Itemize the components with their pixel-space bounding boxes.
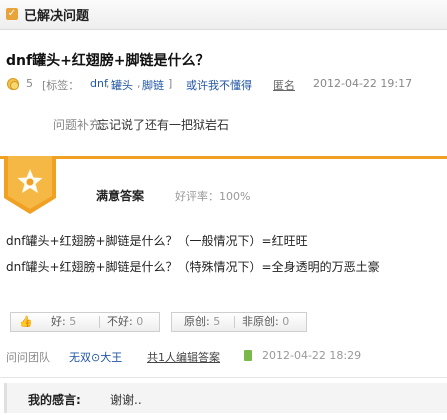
answer-divider <box>0 156 447 159</box>
non-original-button[interactable]: 非原创: 0 <box>242 313 289 331</box>
answer-line-2: dnf罐头+红翅膀+脚链是什么？（特殊情况下）=全身透明的万恶土豪 <box>6 260 380 274</box>
tag-can[interactable]: 罐头 <box>111 77 133 93</box>
bad-vote-button[interactable]: 不好: 0 <box>107 313 143 331</box>
original-button[interactable]: 原创: 5 <box>184 313 220 331</box>
good-vote-button[interactable]: 好: 5 <box>51 313 76 331</box>
thanks-text: 谢谢.. <box>110 393 142 407</box>
editors-link[interactable]: 共1人编辑答案 <box>147 349 220 365</box>
report-link[interactable]: 或许我不懂得 <box>186 77 252 93</box>
author-link[interactable]: 无双⊙大王 <box>69 349 122 365</box>
satisfied-answer-title: 满意答案 <box>96 189 145 203</box>
footer-divider <box>0 377 447 378</box>
origin-group: 原创: 5 非原创: 0 <box>171 312 307 332</box>
question-points: 5 <box>26 77 33 90</box>
anonymous-user: 匿名 <box>273 79 295 92</box>
edit-icon <box>244 350 252 361</box>
thanks-label: 我的感言: <box>28 393 81 407</box>
question-time: 2012-04-22 19:17 <box>313 77 413 90</box>
tag-anklet[interactable]: 脚链 <box>142 77 164 93</box>
answer-time: 2012-04-22 18:29 <box>262 349 362 362</box>
thumbs-up-icon: 👍 <box>19 315 33 328</box>
team-label: 问问团队 <box>6 351 50 364</box>
coin-icon-front <box>10 81 19 90</box>
checkmark-icon: ✓ <box>6 8 18 20</box>
answer-line-1: dnf罐头+红翅膀+脚链是什么？（一般情况下）=红旺旺 <box>6 234 308 248</box>
supplement-text: 忘记说了还有一把狱岩石 <box>97 118 230 132</box>
tags-prefix: [标签： <box>42 79 80 92</box>
vote-group: 👍 好: 5 不好: 0 <box>10 312 160 332</box>
tags-suffix: ] <box>168 77 173 90</box>
sheriff-star-badge-icon <box>4 156 56 214</box>
question-title: dnf罐头+红翅膀+脚链是什么？ <box>6 53 210 69</box>
approval-rate: 好评率：100% <box>175 190 251 203</box>
solved-label: 已解决问题 <box>24 9 90 24</box>
